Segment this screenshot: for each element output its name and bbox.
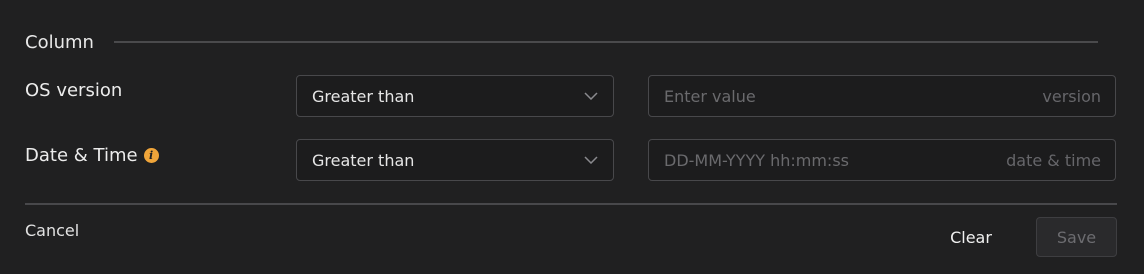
os-version-unit-suffix: version xyxy=(1042,86,1101,106)
save-button[interactable]: Save xyxy=(1036,217,1117,257)
chevron-down-icon xyxy=(583,152,599,168)
date-time-value-input[interactable] xyxy=(664,150,1007,170)
date-time-value-field[interactable]: date & time xyxy=(648,139,1116,181)
date-time-operator-value: Greater than xyxy=(312,150,415,170)
date-time-unit-suffix: date & time xyxy=(1006,150,1101,170)
chevron-down-icon xyxy=(583,88,599,104)
os-version-operator-select[interactable]: Greater than xyxy=(296,75,614,117)
info-icon[interactable]: i xyxy=(143,148,159,163)
os-version-label: OS version xyxy=(25,80,122,101)
os-version-operator-value: Greater than xyxy=(312,86,415,106)
section-divider xyxy=(113,41,1098,43)
footer-divider xyxy=(25,203,1117,205)
os-version-value-input[interactable] xyxy=(664,86,1043,106)
date-time-operator-select[interactable]: Greater than xyxy=(296,139,614,181)
date-time-label-text: Date & Time xyxy=(25,145,138,166)
filter-panel: Column OS version Greater than version D… xyxy=(0,0,1144,274)
os-version-label-text: OS version xyxy=(25,80,123,101)
date-time-label: Date & Time i xyxy=(25,145,159,166)
section-header: Column xyxy=(25,30,1098,54)
os-version-value-field[interactable]: version xyxy=(648,75,1116,117)
cancel-button[interactable]: Cancel xyxy=(25,221,79,240)
section-title: Column xyxy=(25,31,94,53)
clear-button[interactable]: Clear xyxy=(936,217,1006,257)
